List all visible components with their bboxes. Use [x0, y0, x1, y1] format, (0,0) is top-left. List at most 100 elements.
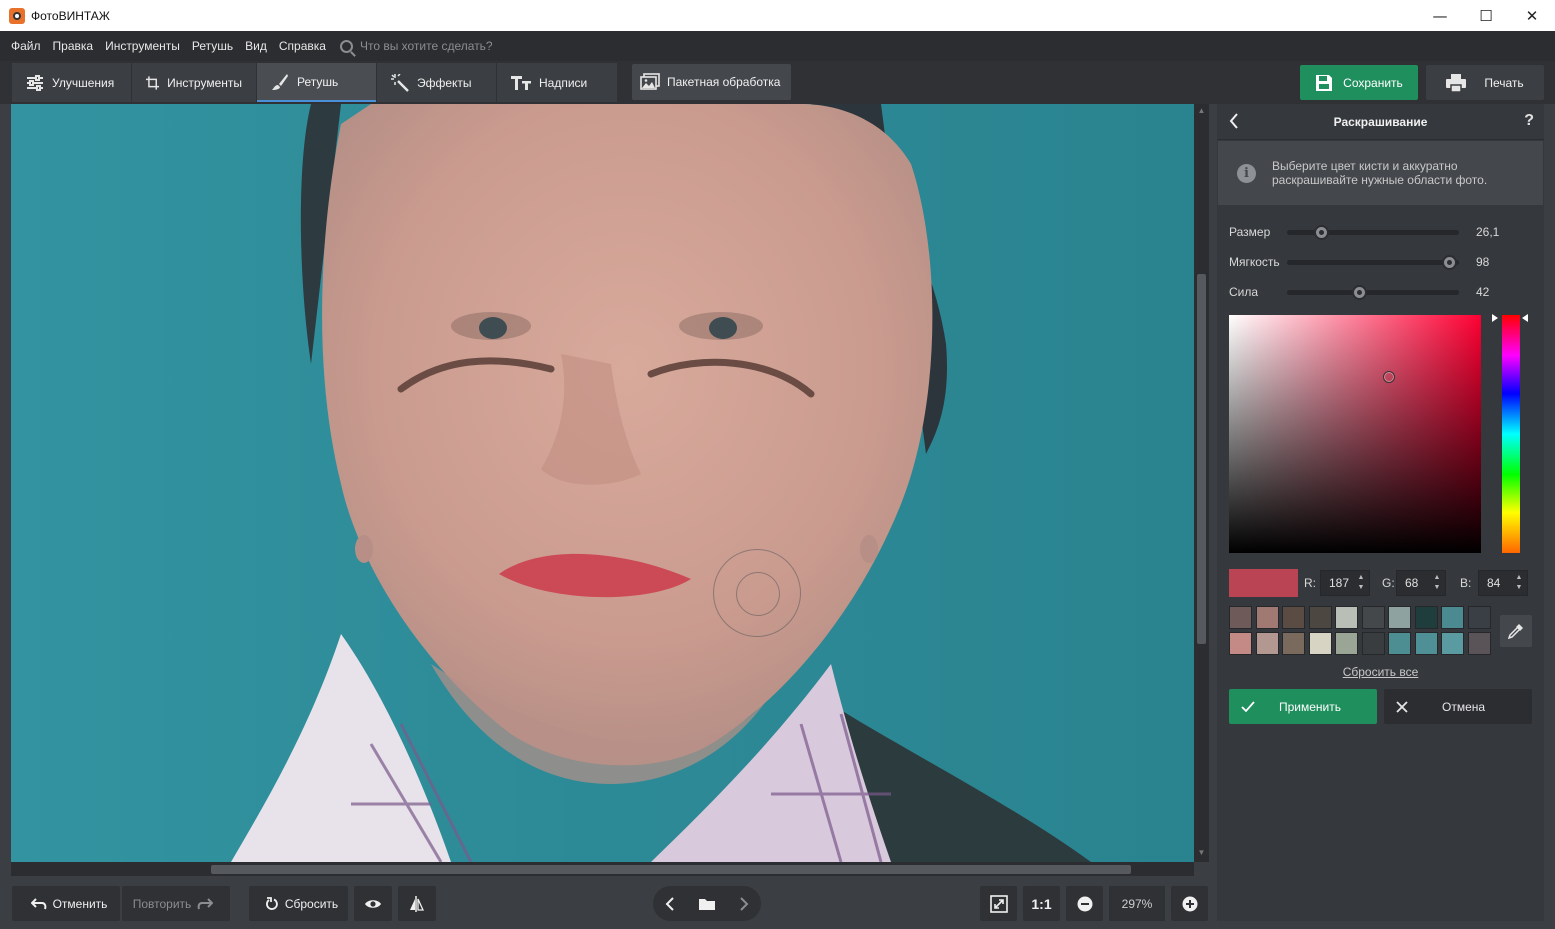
palette-swatch[interactable] [1255, 606, 1279, 629]
slider-value: 98 [1476, 255, 1490, 269]
tab-tools[interactable]: Инструменты [132, 63, 256, 102]
palette-swatch[interactable] [1441, 632, 1464, 655]
folder-icon[interactable] [698, 897, 716, 911]
tab-label: Надписи [539, 75, 588, 90]
palette-swatch[interactable] [1414, 606, 1438, 629]
floppy-disk-icon [1316, 74, 1333, 91]
tab-captions[interactable]: Надписи [497, 63, 617, 102]
fit-to-screen-button[interactable] [980, 886, 1017, 921]
menu-help[interactable]: Справка [279, 39, 326, 53]
preview-button[interactable] [354, 886, 392, 921]
menu-tools[interactable]: Инструменты [105, 39, 180, 53]
size-slider: Размер 26,1 [1229, 222, 1529, 242]
cancel-button[interactable]: Отмена [1384, 689, 1532, 724]
horizontal-scrollbar[interactable] [11, 862, 1194, 876]
color-picker-marker[interactable] [1383, 371, 1395, 383]
palette-swatch[interactable] [1361, 606, 1385, 629]
app-logo-icon [9, 7, 25, 24]
vertical-scrollbar[interactable]: ▲ ▼ [1194, 104, 1209, 862]
blue-input[interactable]: 84 ▲ ▼ [1478, 570, 1528, 596]
red-spinner[interactable]: ▲ ▼ [1355, 573, 1367, 593]
back-arrow-icon[interactable] [1229, 113, 1239, 129]
save-button[interactable]: Сохранить [1300, 65, 1418, 100]
vertical-scroll-thumb[interactable] [1197, 274, 1206, 644]
slider-knob[interactable] [1441, 254, 1457, 270]
print-button[interactable]: Печать [1426, 65, 1544, 100]
palette-swatch[interactable] [1308, 632, 1332, 655]
undo-button[interactable]: Отменить [12, 886, 120, 921]
undo-icon [30, 897, 46, 909]
printer-icon [1446, 73, 1467, 92]
actual-size-button[interactable]: 1:1 [1023, 886, 1060, 921]
hue-arrow-left-icon [1492, 314, 1498, 322]
batch-processing-button[interactable]: Пакетная обработка [632, 64, 792, 100]
next-photo-icon[interactable] [739, 896, 749, 911]
palette-swatch[interactable] [1388, 606, 1411, 629]
color-palette [1229, 606, 1494, 656]
palette-swatch[interactable] [1467, 606, 1491, 629]
slider-value: 26,1 [1476, 225, 1500, 239]
menu-edit[interactable]: Правка [53, 39, 94, 53]
redo-icon [197, 897, 214, 909]
red-input[interactable]: 187 ▲ ▼ [1320, 570, 1370, 596]
slider-knob[interactable] [1352, 284, 1368, 300]
blue-spinner[interactable]: ▲ ▼ [1513, 573, 1525, 593]
tab-effects[interactable]: Эффекты [377, 63, 496, 102]
palette-swatch[interactable] [1335, 606, 1358, 629]
slider-knob[interactable] [1314, 224, 1330, 240]
eyedropper-button[interactable] [1500, 615, 1532, 647]
previous-photo-icon[interactable] [665, 896, 675, 911]
palette-swatch[interactable] [1361, 632, 1385, 655]
eyedropper-icon [1508, 624, 1523, 639]
eye-icon [365, 899, 381, 908]
apply-button[interactable]: Применить [1229, 689, 1377, 724]
slider-track[interactable] [1287, 224, 1459, 240]
slider-track[interactable] [1287, 284, 1459, 300]
palette-swatch[interactable] [1467, 632, 1491, 655]
palette-swatch[interactable] [1414, 632, 1438, 655]
palette-swatch[interactable] [1282, 632, 1305, 655]
tab-enhancements[interactable]: Улучшения [12, 63, 131, 102]
green-input[interactable]: 68 ▲ ▼ [1396, 570, 1446, 596]
palette-swatch[interactable] [1335, 632, 1358, 655]
red-value: 187 [1329, 576, 1350, 590]
tab-label: Улучшения [52, 75, 115, 90]
zoom-in-button[interactable] [1171, 886, 1208, 921]
menu-retouch[interactable]: Ретушь [192, 39, 233, 53]
slider-track[interactable] [1287, 254, 1459, 270]
zoom-level[interactable]: 297% [1109, 886, 1165, 921]
menu-view[interactable]: Вид [245, 39, 267, 53]
reset-label: Сбросить [284, 896, 339, 911]
compare-button[interactable] [398, 886, 436, 921]
palette-swatch[interactable] [1388, 632, 1411, 655]
palette-swatch[interactable] [1282, 606, 1305, 629]
reset-all-link[interactable]: Сбросить все [1217, 665, 1544, 679]
images-icon [640, 73, 660, 90]
reset-button[interactable]: Сбросить [249, 886, 348, 921]
close-button[interactable]: ✕ [1509, 0, 1555, 31]
palette-swatch[interactable] [1255, 632, 1279, 655]
color-saturation-picker[interactable] [1229, 315, 1481, 553]
minimize-button[interactable]: — [1417, 0, 1463, 31]
palette-swatch[interactable] [1229, 632, 1252, 655]
batch-label: Пакетная обработка [667, 75, 781, 89]
redo-button[interactable]: Повторить [122, 886, 230, 921]
command-search [339, 39, 560, 53]
green-spinner[interactable]: ▲ ▼ [1431, 573, 1443, 593]
horizontal-scroll-thumb[interactable] [211, 865, 1131, 874]
checkmark-icon [1241, 700, 1255, 712]
zoom-out-button[interactable] [1066, 886, 1103, 921]
search-input[interactable] [359, 39, 560, 53]
help-icon[interactable]: ? [1524, 112, 1534, 130]
hue-slider[interactable] [1502, 315, 1520, 553]
apply-label: Применить [1279, 699, 1342, 714]
menu-file[interactable]: Файл [11, 39, 41, 53]
tab-retouch[interactable]: Ретушь [257, 63, 376, 102]
scroll-up-icon[interactable]: ▲ [1197, 106, 1206, 118]
palette-swatch[interactable] [1441, 606, 1464, 629]
scroll-down-icon[interactable]: ▼ [1197, 848, 1206, 860]
palette-swatch[interactable] [1308, 606, 1332, 629]
palette-swatch[interactable] [1229, 606, 1252, 629]
photo-canvas[interactable] [11, 104, 1194, 862]
maximize-button[interactable]: ☐ [1463, 0, 1509, 31]
